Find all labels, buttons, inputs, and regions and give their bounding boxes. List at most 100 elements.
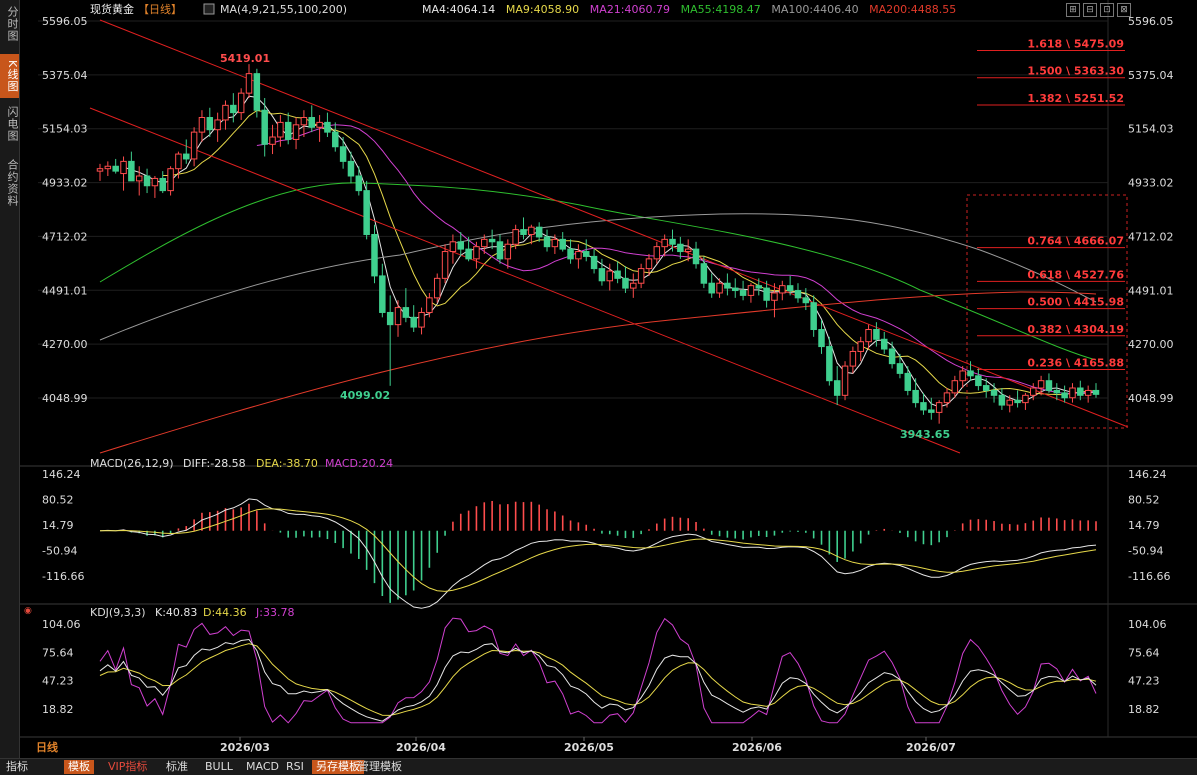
- kdj-tick-left: 75.64: [42, 646, 74, 659]
- candle: [324, 112, 331, 138]
- candle-body: [488, 238, 496, 243]
- tab-flash[interactable]: 闪电图: [0, 102, 19, 146]
- macd-tick-right: -50.94: [1128, 545, 1163, 558]
- ma-legend-item: MA100:4406.40: [771, 3, 858, 16]
- candle: [747, 283, 755, 303]
- candle-body: [1014, 399, 1021, 404]
- candle-body: [614, 270, 621, 279]
- price-tick-right: 4933.02: [1128, 177, 1174, 190]
- fib-level-label: 0.500 \ 4415.98: [1027, 296, 1124, 309]
- candle-body: [300, 117, 308, 126]
- candle-body: [959, 370, 966, 382]
- candle-body: [731, 287, 739, 292]
- candle-body: [237, 92, 245, 114]
- bottom-tab[interactable]: 标准: [162, 760, 192, 774]
- window-button[interactable]: ⊞: [1066, 3, 1080, 17]
- bottom-tab[interactable]: RSI: [282, 760, 308, 774]
- candle: [245, 64, 253, 99]
- fib-level-label: 1.618 \ 5475.09: [1027, 37, 1124, 50]
- candle-body: [261, 109, 268, 145]
- candle-body: [528, 226, 535, 235]
- candle-body: [135, 175, 143, 182]
- window-button[interactable]: ⊡: [1100, 3, 1114, 17]
- tab-kline[interactable]: K线图: [0, 54, 19, 98]
- bottom-tab[interactable]: 管理模板: [354, 760, 406, 774]
- price-tick-left: 4933.02: [42, 177, 88, 190]
- kdj-tick-right: 75.64: [1128, 646, 1160, 659]
- candle: [379, 263, 386, 318]
- candle: [159, 171, 166, 194]
- candle: [755, 278, 763, 296]
- macd-tick-left: -50.94: [42, 545, 77, 558]
- candle: [151, 175, 159, 198]
- candle: [433, 273, 441, 303]
- candle: [535, 222, 543, 242]
- candle: [716, 278, 723, 298]
- candle: [355, 166, 363, 196]
- window-button[interactable]: ⊟: [1083, 3, 1097, 17]
- date-tick-label: 2026/03: [220, 741, 270, 754]
- tab-intraday[interactable]: 分时图: [0, 4, 19, 44]
- candle-body: [724, 282, 731, 289]
- candle-body: [912, 389, 919, 404]
- candle-body: [457, 241, 465, 250]
- candle: [731, 278, 739, 298]
- candle: [104, 161, 112, 176]
- candle-body: [512, 229, 519, 245]
- candle: [135, 166, 143, 196]
- candle-body: [206, 117, 214, 131]
- candle: [488, 229, 496, 250]
- chart-area[interactable]: 1.618 \ 5475.09 1.500 \ 5363.30 1.382 \ 52…: [20, 0, 1197, 758]
- candle-body: [543, 236, 551, 248]
- kdj-tick-right: 104.06: [1128, 618, 1167, 631]
- candle-body: [104, 165, 112, 170]
- candle-body: [677, 243, 684, 253]
- price-tick-left: 5154.03: [42, 123, 88, 136]
- candle-body: [151, 177, 159, 187]
- tab-contract[interactable]: 合约资料: [0, 152, 19, 214]
- candle: [143, 168, 151, 194]
- candle: [622, 266, 629, 293]
- candle-body: [841, 365, 849, 396]
- candle: [739, 280, 747, 301]
- bottom-tab[interactable]: MACD: [242, 760, 283, 774]
- candle-body: [575, 251, 582, 260]
- fib-level-label: 1.500 \ 5363.30: [1027, 65, 1124, 78]
- candle-body: [630, 282, 637, 289]
- price-tick-left: 4048.99: [42, 392, 88, 405]
- candle-body: [928, 409, 935, 413]
- candle-body: [896, 363, 904, 374]
- macd-label: MACD(26,12,9): [90, 457, 174, 470]
- kdj-icon[interactable]: ◉: [24, 606, 32, 616]
- candle: [167, 166, 174, 196]
- candle: [363, 180, 370, 240]
- candle-body: [559, 238, 566, 250]
- candle-body: [708, 282, 715, 294]
- candle-body: [1061, 392, 1068, 399]
- candle: [120, 156, 127, 191]
- candle-body: [669, 238, 676, 245]
- ma-settings-icon[interactable]: [203, 3, 215, 15]
- candle-body: [700, 263, 708, 284]
- candle-body: [606, 270, 614, 282]
- candle-body: [590, 255, 598, 270]
- candle-body: [771, 292, 778, 301]
- price-tick-left: 4491.01: [42, 284, 88, 297]
- candle: [284, 112, 292, 145]
- candle-body: [1092, 389, 1100, 395]
- candle-body: [598, 268, 606, 282]
- candle-body: [324, 121, 331, 133]
- bottom-tab[interactable]: VIP指标: [104, 760, 151, 774]
- candle: [771, 283, 778, 318]
- candle: [277, 115, 284, 147]
- macd-tick-left: -116.66: [42, 570, 84, 583]
- candle-body: [245, 73, 253, 94]
- candle-body: [120, 160, 127, 175]
- window-button[interactable]: ⊠: [1117, 3, 1131, 17]
- bottom-tab[interactable]: 指标: [2, 760, 32, 774]
- bottom-tab[interactable]: BULL: [201, 760, 237, 774]
- candle-body: [363, 190, 370, 235]
- bottom-tab[interactable]: 模板: [64, 760, 94, 774]
- macd-tick-left: 146.24: [42, 468, 81, 481]
- candle: [449, 234, 457, 264]
